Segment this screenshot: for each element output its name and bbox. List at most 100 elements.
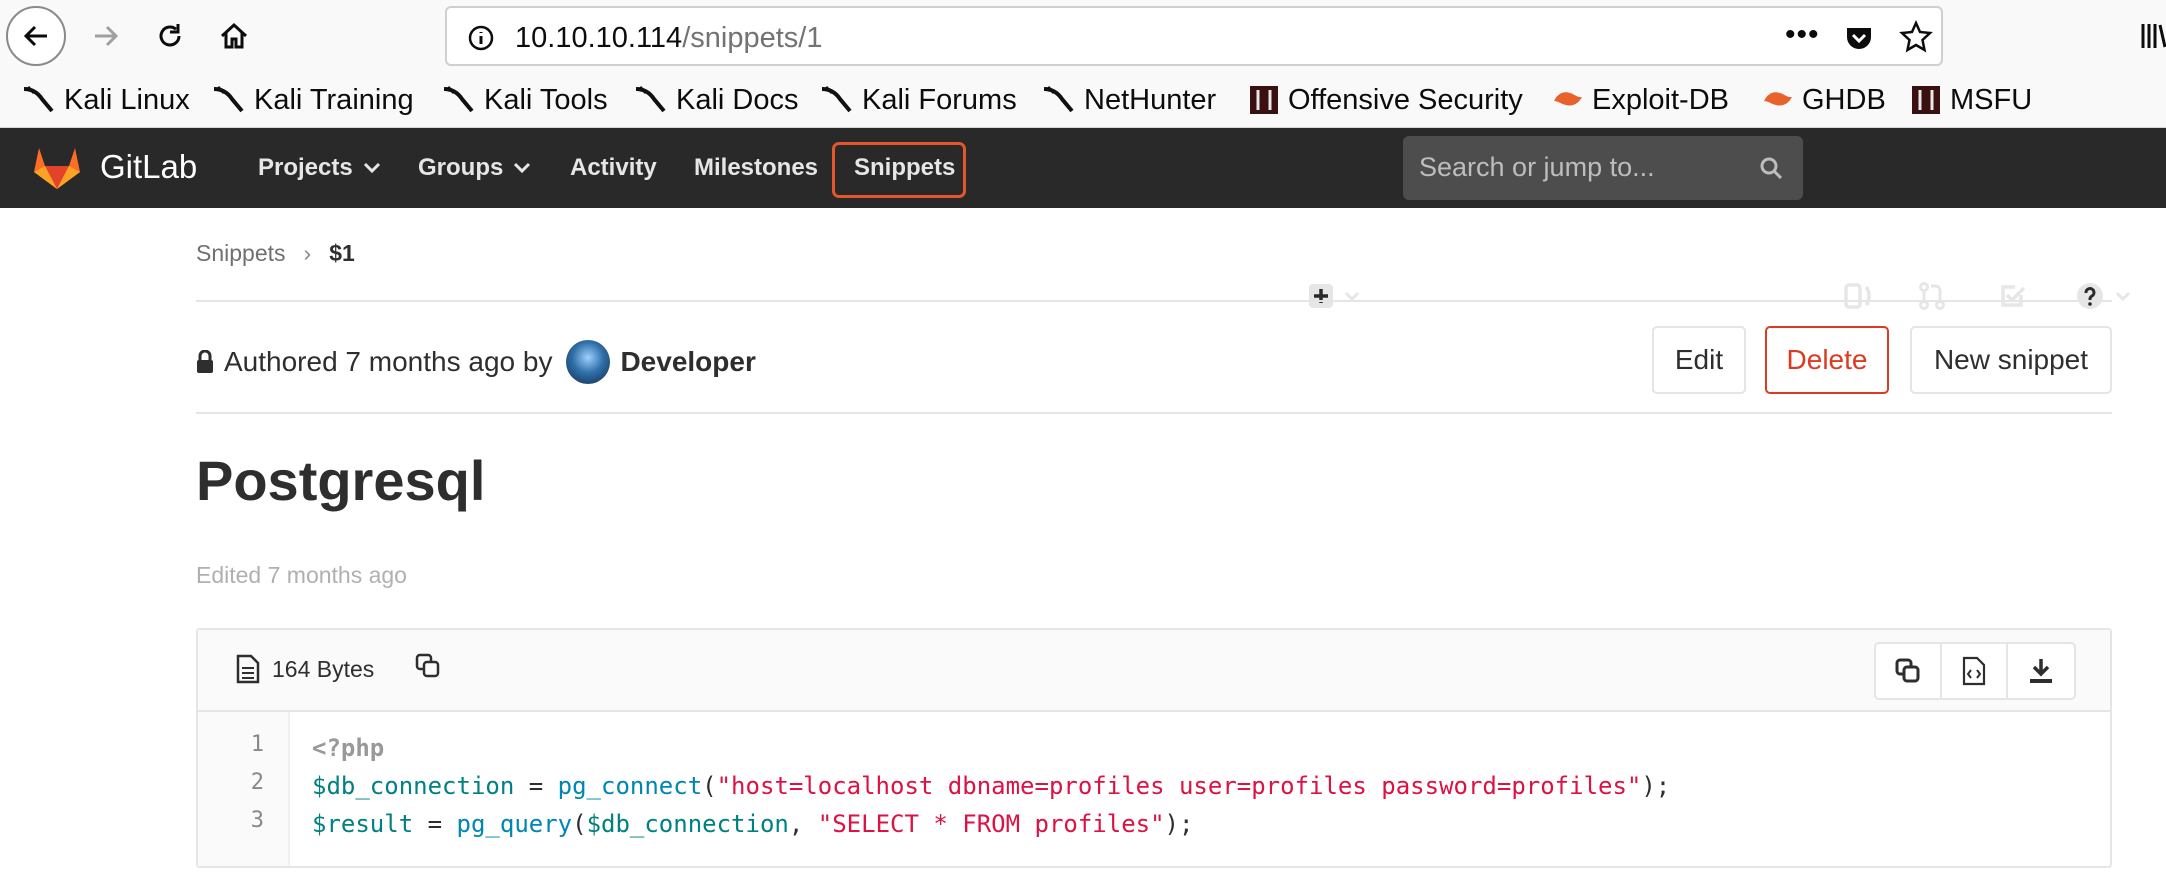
new-item-dropdown[interactable] — [1304, 276, 1364, 316]
line-numbers: 1 2 3 — [198, 712, 290, 866]
delete-button[interactable]: Delete — [1765, 326, 1889, 394]
edited-timestamp: Edited 7 months ago — [196, 562, 407, 588]
url-text: 10.10.10.114/snippets/1 — [515, 22, 822, 55]
file-actions — [1874, 642, 2076, 700]
issues-button[interactable] — [1838, 276, 1878, 316]
bookmark-ghdb[interactable]: GHDB — [1762, 80, 1886, 120]
divider — [196, 412, 2112, 414]
offsec-icon — [1250, 86, 1278, 114]
code-operator: = — [413, 810, 457, 838]
line-number[interactable]: 1 — [251, 732, 264, 757]
code-function: pg_connect — [557, 772, 703, 800]
copy-path-icon[interactable] — [414, 652, 442, 680]
home-button[interactable] — [206, 8, 262, 64]
bookmark-nethunter[interactable]: NetHunter — [1042, 80, 1216, 120]
search-placeholder: Search or jump to... — [1419, 152, 1655, 182]
code-variable: $result — [312, 810, 414, 838]
msfu-icon — [1912, 86, 1940, 114]
bookmark-label: Kali Training — [254, 83, 414, 116]
code-string: "host=localhost dbname=profiles user=pro… — [716, 772, 1642, 800]
nav-milestones[interactable]: Milestones — [694, 128, 818, 208]
forward-button[interactable] — [78, 8, 134, 64]
code-operator: = — [514, 772, 558, 800]
url-host: 10.10.10.114 — [515, 22, 683, 54]
lock-icon — [197, 350, 213, 373]
merge-requests-button[interactable] — [1912, 276, 1952, 316]
bookmark-kali-tools[interactable]: Kali Tools — [442, 80, 608, 120]
pocket-icon[interactable] — [1843, 22, 1875, 54]
bookmark-label: NetHunter — [1084, 83, 1217, 116]
line-number[interactable]: 2 — [251, 770, 264, 795]
todo-check-icon — [2001, 285, 2026, 307]
star-icon[interactable] — [1899, 20, 1933, 54]
nav-projects[interactable]: Projects — [258, 128, 381, 208]
help-dropdown[interactable] — [2068, 276, 2138, 316]
bookmark-label: Kali Forums — [862, 83, 1017, 116]
reload-button[interactable] — [142, 8, 198, 64]
reload-icon — [159, 24, 181, 47]
nav-label: Milestones — [694, 154, 819, 181]
snippets-highlight-box — [832, 142, 966, 198]
kali-dragon-icon — [443, 85, 474, 113]
bookmark-label: Offensive Security — [1288, 83, 1523, 116]
breadcrumb-current[interactable]: $1 — [329, 240, 355, 267]
info-icon[interactable] — [467, 24, 495, 52]
bookmark-kali-docs[interactable]: Kali Docs — [634, 80, 799, 120]
gitlab-logo[interactable]: GitLab — [32, 144, 197, 190]
php-open-tag: <?php — [312, 734, 385, 762]
gitlab-tanuki-icon — [34, 148, 80, 189]
code-line-2: $db_connection = pg_connect("host=localh… — [312, 772, 1670, 800]
code-punct: ); — [1641, 772, 1671, 800]
code-punct: ( — [572, 810, 587, 838]
avatar[interactable] — [566, 340, 611, 384]
code-punct: ); — [1164, 810, 1194, 838]
code-variable: $db_connection — [586, 810, 789, 838]
search-input[interactable]: Search or jump to... — [1403, 136, 1803, 200]
bookmark-label: MSFU — [1950, 83, 2033, 116]
file-text-icon — [236, 654, 260, 684]
code-punct: , — [788, 810, 818, 838]
help-icon — [2077, 283, 2103, 309]
file-size-text: 164 Bytes — [272, 655, 375, 682]
nav-activity[interactable]: Activity — [570, 128, 657, 208]
arrow-right-icon — [95, 25, 119, 47]
copy-contents-button[interactable] — [1876, 644, 1942, 698]
code-line-3: $result = pg_query($db_connection, "SELE… — [312, 810, 1193, 838]
line-number[interactable]: 3 — [251, 808, 264, 833]
author-link[interactable]: Developer — [620, 346, 755, 378]
download-button[interactable] — [2008, 644, 2074, 698]
merge-request-icon — [1919, 282, 1945, 310]
page-actions-icon[interactable]: ••• — [1785, 18, 1820, 52]
kali-dragon-icon — [1043, 85, 1074, 113]
ghdb-icon — [1764, 92, 1792, 106]
bookmark-offensive-security[interactable]: Offensive Security — [1248, 80, 1523, 120]
new-snippet-button[interactable]: New snippet — [1910, 326, 2112, 394]
bookmark-kali-forums[interactable]: Kali Forums — [820, 80, 1017, 120]
bookmark-exploit-db[interactable]: Exploit-DB — [1552, 80, 1729, 120]
bookmarks-bar: Kali Linux Kali Training Kali Tools Kali… — [0, 72, 2166, 128]
copy-icon — [1895, 658, 1920, 683]
code-line-1: <?php — [312, 734, 384, 762]
arrow-left-icon — [23, 25, 47, 47]
bookmark-label: Kali Linux — [64, 83, 190, 116]
gitlab-header: GitLab Projects Groups Activity Mileston… — [0, 128, 2166, 310]
bookmark-kali-training[interactable]: Kali Training — [212, 80, 414, 120]
bookmark-kali-linux[interactable]: Kali Linux — [22, 80, 190, 120]
back-button[interactable] — [6, 6, 66, 66]
edit-button[interactable]: Edit — [1652, 326, 1746, 394]
chevron-right-icon: › — [303, 240, 312, 266]
url-path: /snippets/1 — [682, 22, 823, 54]
nav-groups[interactable]: Groups — [418, 128, 531, 208]
file-size: 164 Bytes — [236, 652, 442, 684]
library-icon[interactable] — [2140, 20, 2166, 52]
download-icon — [2030, 659, 2052, 683]
delete-label: Delete — [1786, 344, 1868, 375]
bookmark-label: GHDB — [1802, 83, 1886, 116]
bookmark-msfu[interactable]: MSFU — [1910, 80, 2032, 120]
bookmark-label: Kali Tools — [484, 83, 608, 116]
url-bar[interactable]: 10.10.10.114/snippets/1 ••• — [445, 6, 1943, 66]
breadcrumb-snippets-link[interactable]: Snippets — [196, 240, 286, 267]
todos-button[interactable] — [1992, 276, 2032, 316]
open-raw-button[interactable] — [1942, 644, 2008, 698]
kali-dragon-icon — [23, 85, 54, 113]
